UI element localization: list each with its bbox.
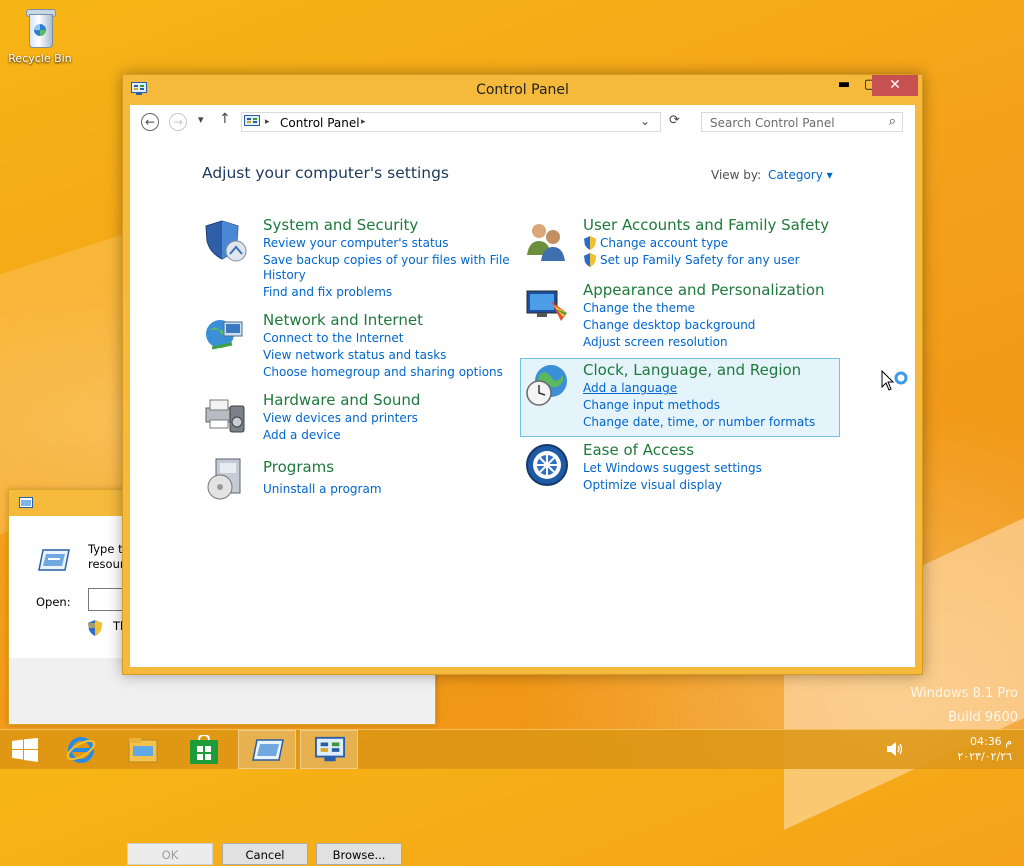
taskbar: 04:36 م ٢٠٢٣/٠٢/٢٦: [0, 729, 1024, 769]
view-by-label: View by:: [711, 168, 762, 182]
back-button[interactable]: ←: [141, 113, 159, 131]
refresh-button[interactable]: ⟳: [669, 113, 680, 128]
link-desktop-background[interactable]: Change desktop background: [583, 318, 755, 332]
recycle-bin-label: Recycle Bin: [8, 52, 72, 65]
file-explorer-taskbar[interactable]: [113, 730, 171, 769]
ok-button[interactable]: OK: [127, 843, 213, 865]
link-family-safety[interactable]: Set up Family Safety for any user: [600, 253, 800, 267]
view-by-dropdown[interactable]: Category ▾: [768, 168, 833, 182]
windows-edition-watermark: Windows 8.1 Pro: [910, 686, 1018, 701]
start-button[interactable]: [0, 730, 58, 769]
search-input[interactable]: Search Control Panel ⌕: [701, 112, 903, 132]
control-panel-icon: [315, 736, 345, 762]
uac-shield-icon: [88, 620, 102, 636]
browse-button[interactable]: Browse...: [316, 843, 402, 865]
appearance-icon: [526, 290, 567, 321]
user-accounts-icon: [527, 224, 565, 261]
window-titlebar[interactable]: Control Panel ▬ ▢ ✕: [123, 75, 922, 105]
category-user-accounts[interactable]: User Accounts and Family Safety: [583, 216, 829, 234]
link-uninstall-program[interactable]: Uninstall a program: [263, 482, 382, 496]
recycle-bin-icon: [24, 6, 56, 48]
breadcrumb-arrow-icon[interactable]: ▸: [361, 117, 366, 127]
page-title: Adjust your computer's settings: [202, 164, 449, 182]
up-button[interactable]: ↑: [219, 111, 231, 127]
category-programs[interactable]: Programs: [263, 458, 334, 476]
run-icon: [252, 739, 284, 761]
search-icon[interactable]: ⌕: [889, 114, 896, 129]
category-appearance[interactable]: Appearance and Personalization: [583, 281, 825, 299]
breadcrumb-arrow-icon[interactable]: ▸: [265, 117, 270, 127]
link-save-backup[interactable]: Save backup copies of your files with Fi…: [263, 253, 510, 267]
link-screen-resolution[interactable]: Adjust screen resolution: [583, 335, 728, 349]
link-add-language[interactable]: Add a language: [583, 381, 677, 395]
link-input-methods[interactable]: Change input methods: [583, 398, 720, 412]
internet-explorer-icon: [66, 737, 96, 763]
busy-cursor-icon: [881, 370, 908, 391]
link-optimize-display[interactable]: Optimize visual display: [583, 478, 722, 492]
uac-shield-icon: [584, 236, 596, 250]
category-network-internet[interactable]: Network and Internet: [263, 311, 423, 329]
file-explorer-icon: [128, 738, 158, 763]
link-add-device[interactable]: Add a device: [263, 428, 341, 442]
windows-icon: [12, 738, 38, 762]
forward-button[interactable]: →: [169, 113, 187, 131]
shield-icon: [205, 220, 247, 262]
link-date-time-formats[interactable]: Change date, time, or number formats: [583, 415, 815, 429]
category-system-security[interactable]: System and Security: [263, 216, 418, 234]
uac-shield-icon: [584, 253, 596, 267]
printer-speaker-icon: [205, 399, 245, 433]
windows-build-watermark: Build 9600: [948, 710, 1018, 725]
window-title: Control Panel: [476, 82, 569, 98]
internet-explorer-taskbar[interactable]: [52, 730, 110, 769]
run-open-label: Open:: [36, 595, 71, 609]
link-homegroup-sharing[interactable]: Choose homegroup and sharing options: [263, 365, 503, 379]
run-taskbar[interactable]: [238, 730, 296, 769]
address-bar[interactable]: ▸ Control Panel ▸ ⌄: [241, 112, 661, 132]
address-dropdown-icon[interactable]: ⌄: [640, 114, 650, 128]
store-taskbar[interactable]: [175, 730, 233, 769]
network-globe-icon: [206, 320, 243, 350]
programs-icon: [207, 458, 241, 500]
link-review-status[interactable]: Review your computer's status: [263, 236, 449, 250]
link-connect-internet[interactable]: Connect to the Internet: [263, 331, 403, 345]
window-content: ← → ▾ ↑ ▸ Control Panel ▸ ⌄ ⟳ Search Con…: [130, 105, 915, 667]
control-panel-icon: [244, 115, 260, 126]
ease-of-access-icon: [526, 444, 568, 486]
run-small-icon: [19, 497, 33, 508]
recent-locations-button[interactable]: ▾: [198, 113, 204, 126]
run-program-icon: [38, 549, 70, 571]
recycle-bin-desktop-icon[interactable]: Recycle Bin: [4, 6, 76, 65]
category-hardware-sound[interactable]: Hardware and Sound: [263, 391, 420, 409]
category-ease-of-access[interactable]: Ease of Access: [583, 441, 694, 459]
control-panel-taskbar[interactable]: [300, 730, 358, 769]
clock-globe-icon: [526, 365, 567, 406]
volume-icon[interactable]: [886, 741, 904, 757]
search-placeholder: Search Control Panel: [710, 116, 835, 130]
breadcrumb-control-panel[interactable]: Control Panel: [280, 116, 360, 130]
link-change-account-type[interactable]: Change account type: [600, 236, 728, 250]
link-windows-suggest[interactable]: Let Windows suggest settings: [583, 461, 762, 475]
link-network-status[interactable]: View network status and tasks: [263, 348, 446, 362]
link-change-theme[interactable]: Change the theme: [583, 301, 695, 315]
control-panel-window: Control Panel ▬ ▢ ✕ ← → ▾ ↑ ▸ Control Pa…: [122, 74, 923, 675]
system-clock[interactable]: 04:36 م ٢٠٢٣/٠٢/٢٦: [957, 734, 1012, 764]
cancel-button[interactable]: Cancel: [222, 843, 308, 865]
category-clock-language[interactable]: Clock, Language, and Region: [583, 361, 801, 379]
store-icon: [190, 735, 218, 764]
link-save-backup-cont[interactable]: History: [263, 268, 306, 282]
clock-time: 04:36 م: [969, 735, 1012, 748]
link-devices-printers[interactable]: View devices and printers: [263, 411, 418, 425]
minimize-button[interactable]: ▬: [830, 75, 858, 96]
clock-date: ٢٠٢٣/٠٢/٢٦: [957, 750, 1012, 763]
link-find-fix-problems[interactable]: Find and fix problems: [263, 285, 392, 299]
close-button[interactable]: ✕: [872, 75, 918, 96]
